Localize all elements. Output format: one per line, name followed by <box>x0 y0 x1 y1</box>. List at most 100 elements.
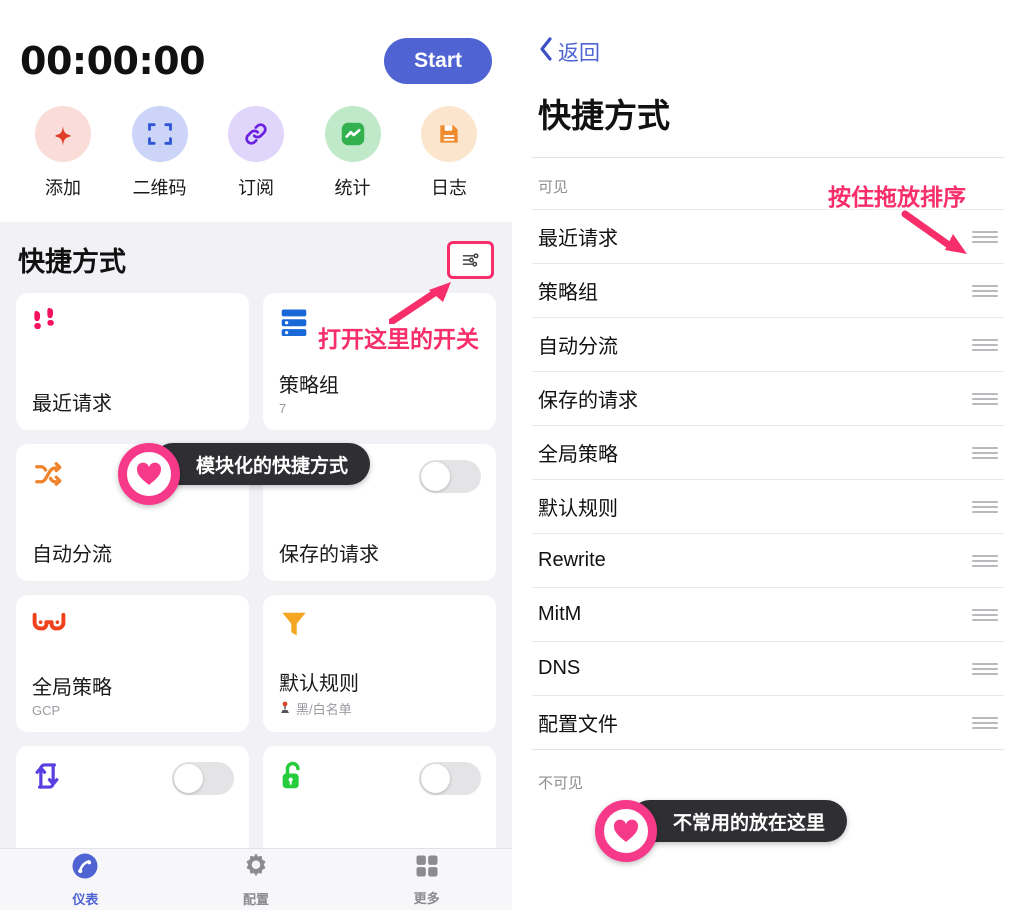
card-title: 全局策略 <box>32 677 112 699</box>
filter-icon <box>279 609 480 649</box>
tab-label: 更多 <box>413 891 440 906</box>
card-subtitle: 黑/白名单 <box>279 699 480 718</box>
annotation-pill: 不常用的放在这里 <box>629 800 848 842</box>
shortcut-cards-grid: 最近请求 策略组 7 自动分流 保存的请求 全局策略 GCP 默认规则 黑/白名… <box>16 293 496 883</box>
card-title: 自动分流 <box>32 544 112 566</box>
list-item[interactable]: 自动分流 <box>532 317 1004 371</box>
shortcuts-header: 快捷方式 <box>16 222 496 293</box>
card-toggle[interactable] <box>172 762 234 795</box>
left-phone-screen: 00:00:00 Start 添加 二维码 订阅 统计 日志 快捷方式 最近请求… <box>0 0 512 910</box>
tab-more[interactable]: 更多 <box>341 852 512 907</box>
visible-section-label: 可见 <box>538 179 569 196</box>
page-title: 快捷方式 <box>538 97 670 134</box>
card-toggle[interactable] <box>419 460 481 493</box>
quick-action-label: 日志 <box>431 178 467 198</box>
list-item-label: 配置文件 <box>538 714 618 736</box>
list-item-label: MitM <box>538 603 582 625</box>
drag-handle-icon[interactable] <box>972 284 998 297</box>
list-item[interactable]: Rewrite <box>532 533 1004 587</box>
tab-config[interactable]: 配置 <box>171 851 342 908</box>
chart-line-icon <box>324 106 381 162</box>
shortcuts-title: 快捷方式 <box>18 247 126 277</box>
quick-actions-row: 添加 二维码 订阅 统计 日志 <box>0 84 512 200</box>
list-item-label: DNS <box>538 657 581 679</box>
back-button[interactable]: 返回 <box>532 0 1004 67</box>
shortcut-card-global-policy[interactable]: 全局策略 GCP <box>16 595 249 732</box>
shortcut-card-saved-requests[interactable]: 保存的请求 <box>263 444 496 581</box>
quick-action-statistics[interactable]: 统计 <box>308 106 398 200</box>
drag-handle-icon[interactable] <box>972 500 998 513</box>
drag-handle-icon[interactable] <box>972 338 998 351</box>
shortcut-card-recent-requests[interactable]: 最近请求 <box>16 293 249 430</box>
shortcut-card-default-rule[interactable]: 默认规则 黑/白名单 <box>263 595 496 732</box>
gear-icon <box>241 851 271 886</box>
list-item[interactable]: DNS <box>532 641 1004 695</box>
tab-label: 配置 <box>243 892 270 907</box>
list-item-label: 策略组 <box>538 282 598 304</box>
sliders-icon[interactable] <box>447 240 494 279</box>
drag-handle-icon[interactable] <box>972 446 998 459</box>
start-button[interactable]: Start <box>384 38 492 84</box>
shuffle-icon <box>32 458 233 498</box>
quick-action-logs[interactable]: 日志 <box>404 106 494 200</box>
list-item[interactable]: 保存的请求 <box>532 371 1004 425</box>
list-item[interactable]: 默认规则 <box>532 479 1004 533</box>
quick-action-label: 添加 <box>45 178 81 198</box>
quick-action-label: 订阅 <box>238 178 274 198</box>
drag-handle-icon[interactable] <box>972 716 998 729</box>
quick-action-add[interactable]: 添加 <box>18 106 108 200</box>
timer-row: 00:00:00 Start <box>0 0 512 84</box>
card-title: 最近请求 <box>32 393 112 415</box>
list-item[interactable]: MitM <box>532 587 1004 641</box>
list-item[interactable]: 配置文件 <box>532 695 1004 749</box>
card-subtitle: 7 <box>279 401 287 416</box>
drag-handle-icon[interactable] <box>972 554 998 567</box>
card-subtitle-text: 黑/白名单 <box>296 702 352 717</box>
shortcuts-section: 快捷方式 最近请求 策略组 7 自动分流 保存的请求 全局策略 GCP 默认规则… <box>0 222 512 883</box>
footprints-icon <box>32 307 233 347</box>
server-stack-icon <box>279 307 480 347</box>
tab-dashboard[interactable]: 仪表 <box>0 851 171 908</box>
screenshot-root: 00:00:00 Start 添加 二维码 订阅 统计 日志 快捷方式 最近请求… <box>0 0 1024 910</box>
card-title: 保存的请求 <box>279 544 379 566</box>
quick-action-label: 二维码 <box>132 178 187 198</box>
list-item-label: 默认规则 <box>538 498 618 520</box>
card-toggle[interactable] <box>419 762 481 795</box>
card-subtitle: GCP <box>32 703 61 718</box>
dashboard-icon <box>70 851 100 886</box>
quick-action-label: 统计 <box>334 178 371 198</box>
card-title: 默认规则 <box>279 673 359 695</box>
hidden-section-label: 不可见 <box>538 775 584 792</box>
drag-handle-icon[interactable] <box>972 392 998 405</box>
bottom-tab-bar: 仪表 配置 更多 <box>0 848 512 910</box>
chevron-left-icon <box>538 36 554 67</box>
plus-sparkle-icon <box>35 106 91 162</box>
right-phone-screen: 返回 快捷方式 可见 最近请求 策略组 自动分流 保存的请求 全局策略 默认规则… <box>512 0 1024 910</box>
glasses-icon <box>32 609 233 649</box>
annotation-put-unused-here: 不常用的放在这里 <box>595 800 848 862</box>
timer-display: 00:00:00 <box>20 39 206 83</box>
link-icon <box>228 106 284 162</box>
tab-label: 仪表 <box>72 892 99 907</box>
drag-handle-icon[interactable] <box>972 608 998 621</box>
list-item-label: 全局策略 <box>538 444 618 466</box>
grid-icon <box>413 852 441 885</box>
drag-handle-icon[interactable] <box>972 662 998 675</box>
list-item[interactable]: 最近请求 <box>532 209 1004 263</box>
back-label: 返回 <box>558 41 600 65</box>
list-item[interactable]: 全局策略 <box>532 425 1004 479</box>
drag-handle-icon[interactable] <box>972 230 998 243</box>
list-item[interactable]: 策略组 <box>532 263 1004 317</box>
shortcut-card-policy-group[interactable]: 策略组 7 <box>263 293 496 430</box>
visible-items-list: 最近请求 策略组 自动分流 保存的请求 全局策略 默认规则 Rewrite Mi… <box>532 209 1004 750</box>
joystick-icon <box>279 701 291 717</box>
shortcut-card-auto-routing[interactable]: 自动分流 <box>16 444 249 581</box>
quick-action-subscription[interactable]: 订阅 <box>211 106 301 200</box>
list-item-label: 最近请求 <box>538 228 618 250</box>
card-title: 策略组 <box>279 375 339 397</box>
save-disk-icon <box>421 106 477 162</box>
heart-icon <box>595 800 657 862</box>
list-item-label: 自动分流 <box>538 336 618 358</box>
qrcode-scan-icon <box>131 106 188 162</box>
quick-action-qrcode[interactable]: 二维码 <box>115 106 205 200</box>
